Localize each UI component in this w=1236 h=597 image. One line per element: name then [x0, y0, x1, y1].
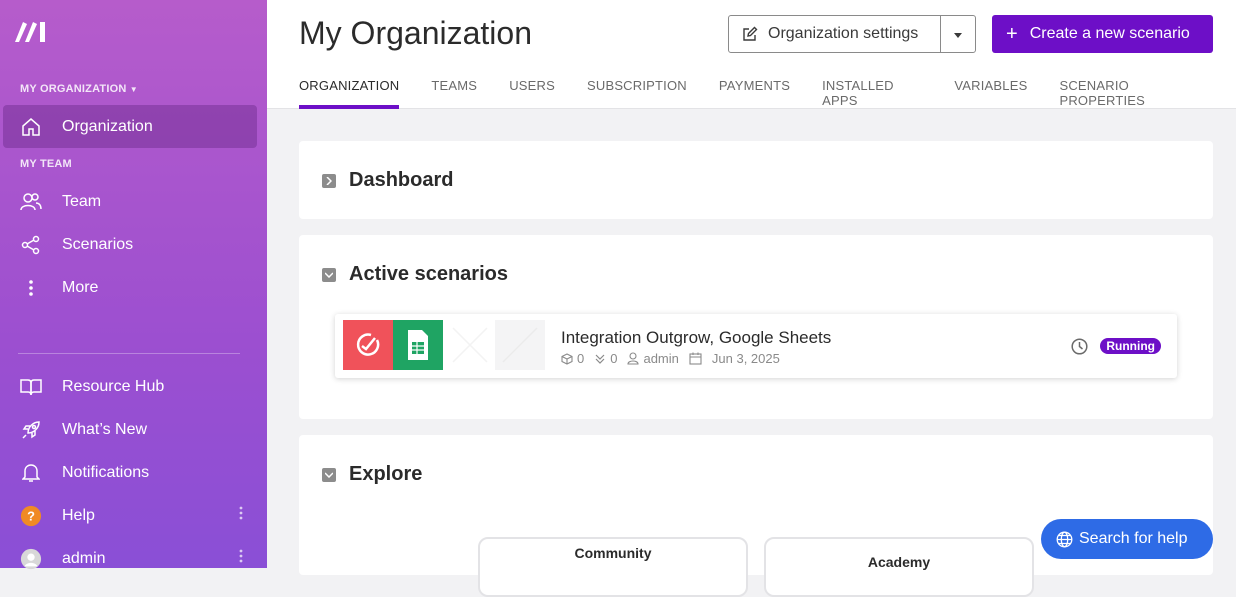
plus-icon: + [1006, 23, 1018, 45]
status-badge: Running [1100, 338, 1161, 354]
sidebar-item-admin[interactable]: admin [3, 537, 257, 580]
scenario-row[interactable]: Integration Outgrow, Google Sheets 0 0 a… [335, 314, 1177, 378]
home-icon [20, 116, 42, 138]
cube-icon [561, 352, 573, 365]
caret-down-icon [954, 25, 963, 43]
chevrons-down-icon [595, 354, 605, 364]
help-menu-icon[interactable] [239, 506, 243, 525]
sidebar-item-help[interactable]: ? Help [3, 494, 257, 537]
organization-settings-dropdown[interactable] [941, 25, 975, 43]
outgrow-app-icon [343, 320, 393, 370]
tab-users[interactable]: USERS [509, 78, 555, 109]
scenario-name[interactable]: Integration Outgrow, Google Sheets [561, 328, 831, 348]
help-circle-icon: ? [20, 505, 42, 527]
operations-count: 0 [561, 351, 584, 366]
avatar [20, 548, 42, 570]
community-card[interactable]: Community [478, 537, 748, 597]
page-title: My Organization [299, 15, 532, 51]
sidebar-divider [18, 353, 240, 354]
user-icon [627, 352, 640, 365]
more-vertical-icon [20, 277, 42, 299]
active-scenarios-card: Active scenarios Integration Outgrow, Go… [299, 235, 1213, 419]
share-nodes-icon [20, 234, 42, 256]
organization-settings-button[interactable]: Organization settings [729, 16, 942, 52]
clock-icon [1071, 338, 1088, 360]
sidebar-item-whats-new[interactable]: What’s New [3, 408, 257, 451]
sidebar: MY ORGANIZATION ▼ Organization MY TEAM T… [0, 0, 267, 569]
tab-subscription[interactable]: SUBSCRIPTION [587, 78, 687, 109]
academy-card[interactable]: Academy [764, 537, 1034, 597]
team-section-label: MY TEAM [20, 158, 72, 170]
tab-installed-apps[interactable]: INSTALLED APPS [822, 78, 922, 109]
scenario-owner: admin [627, 351, 679, 366]
sidebar-item-scenarios[interactable]: Scenarios [3, 223, 257, 266]
chevron-down-icon [322, 267, 336, 282]
admin-menu-icon[interactable] [239, 549, 243, 568]
tab-organization[interactable]: ORGANIZATION [299, 78, 400, 109]
explore-header[interactable]: Explore [322, 463, 422, 486]
empty-app-slot-icon [445, 320, 495, 370]
edit-icon [742, 26, 758, 42]
scenario-date: Jun 3, 2025 [689, 351, 780, 366]
sidebar-item-team[interactable]: Team [3, 180, 257, 223]
create-scenario-button[interactable]: + Create a new scenario [992, 15, 1213, 53]
main-area: My Organization Organization settings + … [267, 0, 1236, 597]
make-logo-icon[interactable] [13, 18, 51, 49]
data-transfer-count: 0 [594, 351, 617, 366]
sidebar-item-resource-hub[interactable]: Resource Hub [3, 365, 257, 408]
active-scenarios-header[interactable]: Active scenarios [322, 263, 508, 286]
book-icon [20, 376, 42, 398]
svg-text:?: ? [27, 508, 35, 523]
chevron-down-icon: ▼ [129, 85, 138, 94]
scenario-meta: 0 0 admin Jun 3, 2025 [561, 351, 790, 366]
globe-icon [1056, 531, 1073, 547]
users-icon [20, 191, 42, 213]
organization-settings-button-group: Organization settings [728, 15, 976, 53]
calendar-icon [689, 352, 702, 365]
tab-variables[interactable]: VARIABLES [954, 78, 1027, 109]
search-for-help-button[interactable]: Search for help [1041, 519, 1213, 559]
org-section-label[interactable]: MY ORGANIZATION ▼ [20, 83, 138, 95]
tab-scenario-properties[interactable]: SCENARIO PROPERTIES [1059, 78, 1204, 109]
sidebar-item-more[interactable]: More [3, 266, 257, 309]
header: My Organization Organization settings + … [267, 0, 1236, 109]
google-sheets-icon [393, 320, 443, 370]
sidebar-item-organization[interactable]: Organization [3, 105, 257, 148]
chevron-right-icon [322, 173, 336, 188]
empty-app-slot-icon [495, 320, 545, 370]
dashboard-card: Dashboard [299, 141, 1213, 219]
rocket-icon [20, 419, 42, 441]
tab-payments[interactable]: PAYMENTS [719, 78, 790, 109]
chevron-down-icon [322, 467, 336, 482]
tab-bar: ORGANIZATION TEAMS USERS SUBSCRIPTION PA… [299, 78, 1236, 109]
bell-icon [20, 462, 42, 484]
tab-teams[interactable]: TEAMS [431, 78, 477, 109]
dashboard-header[interactable]: Dashboard [322, 169, 453, 192]
sidebar-item-notifications[interactable]: Notifications [3, 451, 257, 494]
